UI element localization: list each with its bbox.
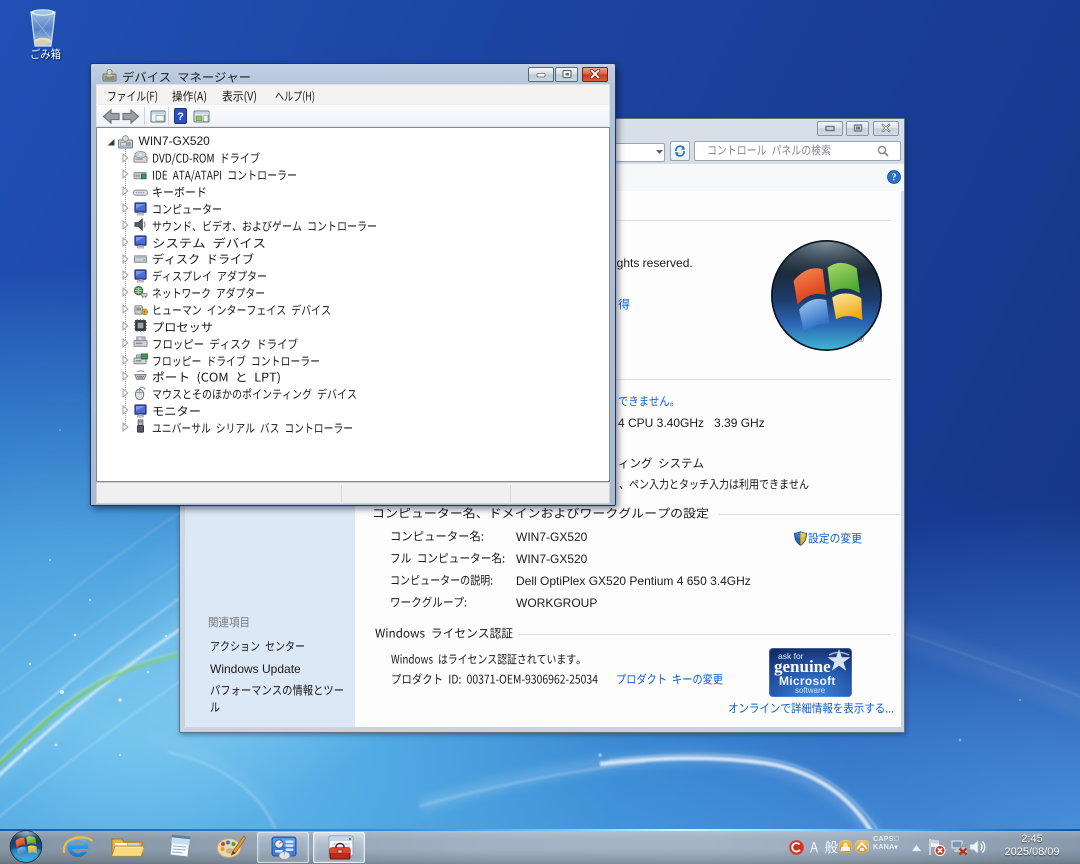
svg-text:?: ? xyxy=(177,111,184,123)
svg-text:?: ? xyxy=(892,173,897,184)
